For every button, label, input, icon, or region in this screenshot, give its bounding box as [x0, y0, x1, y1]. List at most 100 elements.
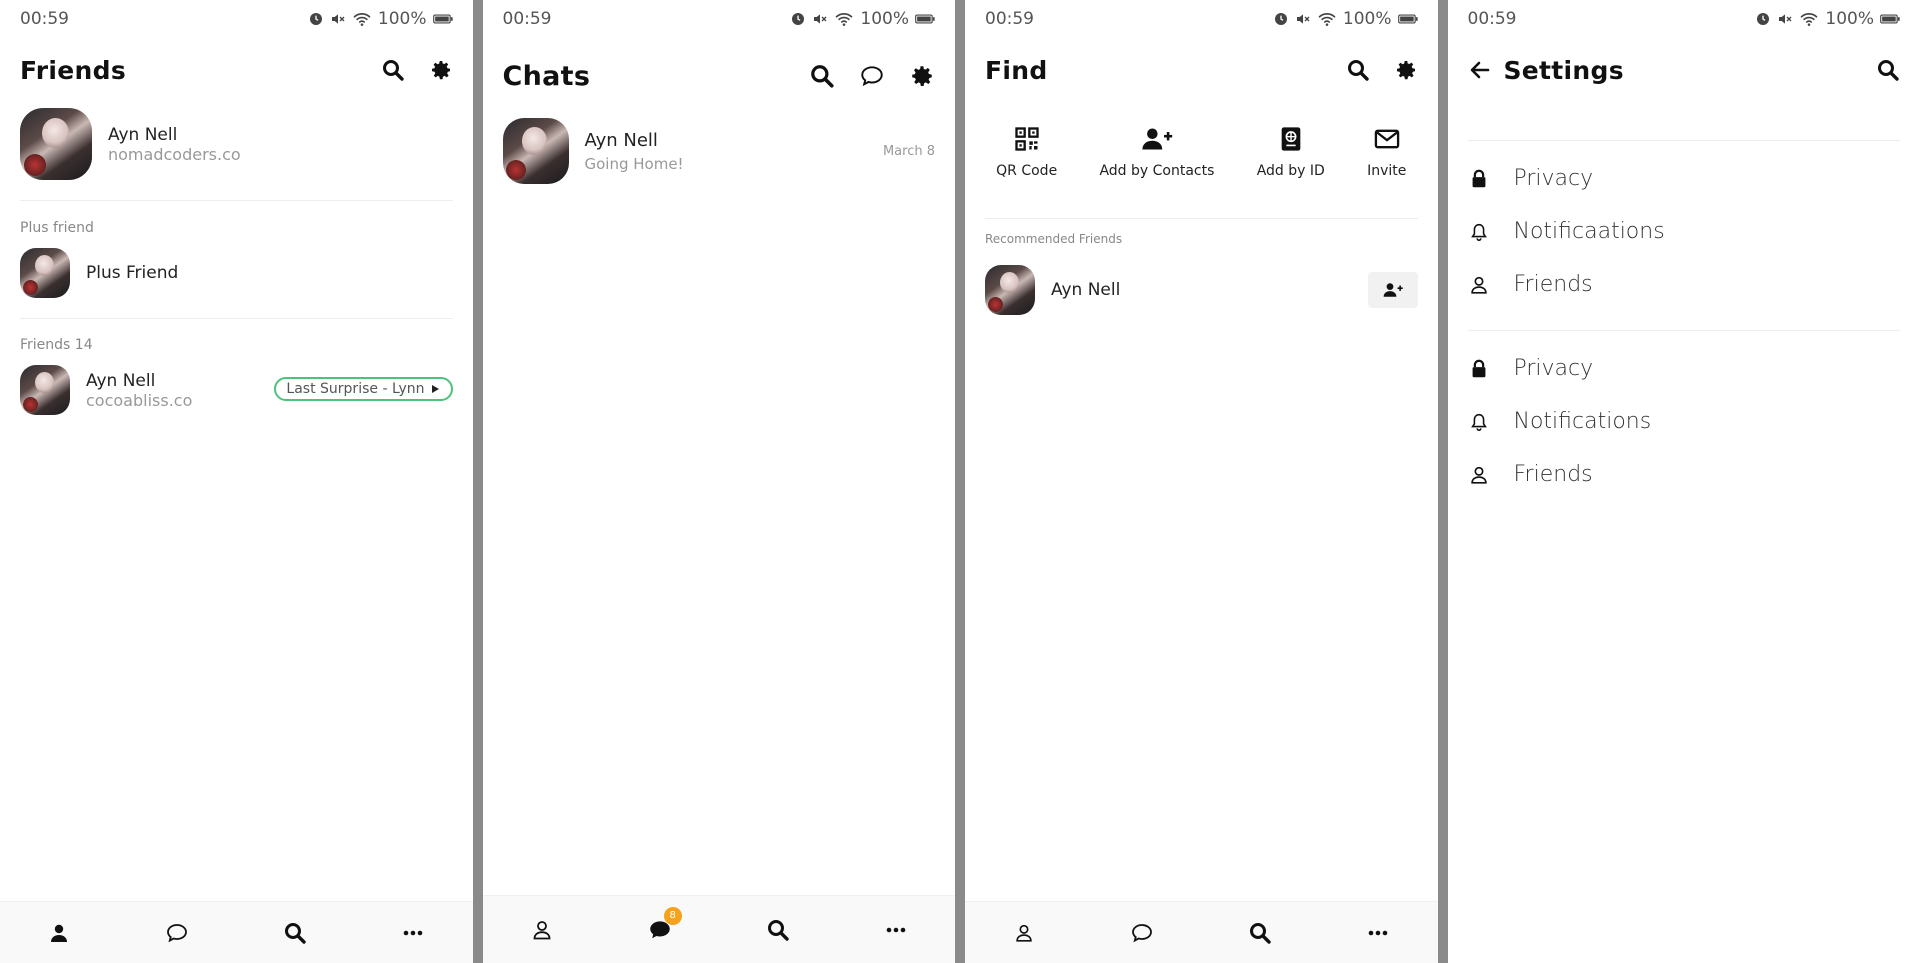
mute-icon — [330, 11, 346, 27]
add-by-contacts-label: Add by Contacts — [1099, 163, 1215, 179]
gear-icon — [429, 58, 453, 82]
settings-item-privacy[interactable]: Privacy — [1468, 356, 1593, 381]
status-bar: 00:59 100% — [965, 0, 1438, 38]
qr-code-button[interactable]: QR Code — [996, 125, 1057, 179]
qr-code-label: QR Code — [996, 163, 1058, 179]
lock-icon — [1468, 358, 1490, 380]
plus-friend-row[interactable]: Plus Friend — [20, 248, 178, 298]
tab-friends[interactable] — [29, 908, 89, 958]
divider — [1467, 330, 1900, 331]
wifi-icon — [1799, 10, 1819, 28]
alarm-icon — [790, 11, 806, 27]
play-icon — [429, 383, 441, 395]
settings-button[interactable] — [429, 58, 453, 82]
chat-name: Ayn Nell — [584, 129, 658, 151]
friends-screen: 00:59 100% Friends Ayn Nell nomadcoders.… — [0, 0, 473, 963]
chat-bubble-icon — [165, 921, 189, 945]
add-by-id-label: Add by ID — [1256, 163, 1325, 179]
gear-icon — [1394, 58, 1418, 82]
tab-friends[interactable] — [994, 908, 1054, 958]
user-icon — [1013, 922, 1035, 944]
page-title: Find — [985, 55, 1048, 85]
add-by-id-button[interactable]: Add by ID — [1257, 125, 1325, 179]
invite-button[interactable]: Invite — [1367, 125, 1406, 179]
settings-item-friends[interactable]: Friends — [1468, 272, 1593, 297]
search-icon — [381, 58, 405, 82]
chat-date: March 8 — [882, 144, 935, 159]
status-bar: 00:59 100% — [483, 0, 956, 38]
settings-item-label: Privacy — [1513, 166, 1594, 191]
battery-icon — [433, 13, 453, 25]
wifi-icon — [834, 10, 854, 28]
back-button[interactable] — [1468, 58, 1492, 82]
user-icon — [1468, 464, 1490, 486]
tab-find[interactable] — [748, 905, 808, 955]
settings-button[interactable] — [1394, 58, 1418, 82]
friend-name: Ayn Nell — [86, 370, 156, 391]
profile-name: Ayn Nell — [108, 124, 178, 145]
search-button[interactable] — [1876, 58, 1900, 82]
chat-list-item[interactable]: Ayn Nell Going Home! March 8 — [502, 118, 935, 184]
friend-row[interactable]: Ayn Nell cocoabliss.co — [20, 365, 192, 415]
recommended-friend-row[interactable]: Ayn Nell — [985, 265, 1120, 315]
plus-friend-section-label: Plus friend — [20, 220, 94, 236]
new-chat-button[interactable] — [859, 63, 885, 89]
mute-icon — [1777, 11, 1793, 27]
my-profile[interactable]: Ayn Nell nomadcoders.co — [20, 108, 241, 180]
battery-icon — [915, 13, 935, 25]
status-bar: 00:59 100% — [1448, 0, 1920, 38]
tab-chats[interactable] — [1112, 908, 1172, 958]
add-by-contacts-button[interactable]: Add by Contacts — [1099, 125, 1214, 179]
more-dots-icon — [884, 918, 908, 942]
alarm-icon — [1273, 11, 1289, 27]
battery-percent: 100% — [1342, 9, 1392, 29]
settings-item-label: Friends — [1513, 462, 1593, 487]
settings-item-privacy[interactable]: Privacy — [1468, 166, 1594, 191]
tab-find[interactable] — [265, 908, 325, 958]
chat-bubble-icon — [859, 63, 885, 89]
tab-more[interactable] — [866, 905, 926, 955]
recommended-friends-label: Recommended Friends — [985, 232, 1123, 246]
search-icon — [809, 63, 835, 89]
battery-icon — [1398, 13, 1418, 25]
status-bar: 00:59 100% — [0, 0, 473, 38]
add-friend-button[interactable] — [1367, 272, 1418, 308]
bottom-tab-bar: 8 — [482, 895, 955, 963]
friends-header: Friends — [20, 48, 453, 92]
search-button[interactable] — [381, 58, 405, 82]
avatar — [20, 365, 70, 415]
more-dots-icon — [1366, 921, 1390, 945]
divider — [985, 218, 1418, 219]
settings-item-friends[interactable]: Friends — [1468, 462, 1593, 487]
alarm-icon — [1755, 11, 1771, 27]
arrow-left-icon — [1468, 58, 1492, 82]
find-screen: 00:59 100% Find QR Code Add by Contacts … — [965, 0, 1438, 963]
settings-button[interactable] — [909, 63, 935, 89]
tab-friends[interactable] — [512, 905, 572, 955]
settings-item-label: Friends — [1513, 272, 1593, 297]
tab-find[interactable] — [1230, 908, 1290, 958]
settings-item-notifications[interactable]: Notificaations — [1468, 219, 1665, 244]
divider — [1467, 140, 1900, 141]
chat-preview: Going Home! — [584, 154, 684, 173]
tab-more[interactable] — [383, 908, 443, 958]
recommended-friend-name: Ayn Nell — [1051, 280, 1121, 300]
battery-percent: 100% — [1825, 9, 1874, 29]
mute-icon — [812, 11, 828, 27]
search-button[interactable] — [1346, 58, 1370, 82]
find-actions: QR Code Add by Contacts Add by ID Invite — [975, 125, 1428, 179]
mute-icon — [1295, 11, 1311, 27]
search-button[interactable] — [809, 63, 835, 89]
divider — [20, 318, 453, 319]
tab-more[interactable] — [1348, 908, 1408, 958]
settings-item-notifications[interactable]: Notifications — [1468, 409, 1652, 434]
battery-percent: 100% — [377, 9, 427, 29]
settings-item-label: Notifications — [1513, 409, 1652, 434]
unread-badge: 8 — [663, 906, 682, 925]
chat-bubble-icon — [1130, 921, 1154, 945]
tab-chats[interactable]: 8 — [630, 905, 690, 955]
tab-chats[interactable] — [147, 908, 207, 958]
music-status-pill[interactable]: Last Surprise - Lynn — [274, 377, 453, 401]
user-icon — [530, 918, 554, 942]
avatar — [20, 108, 92, 180]
